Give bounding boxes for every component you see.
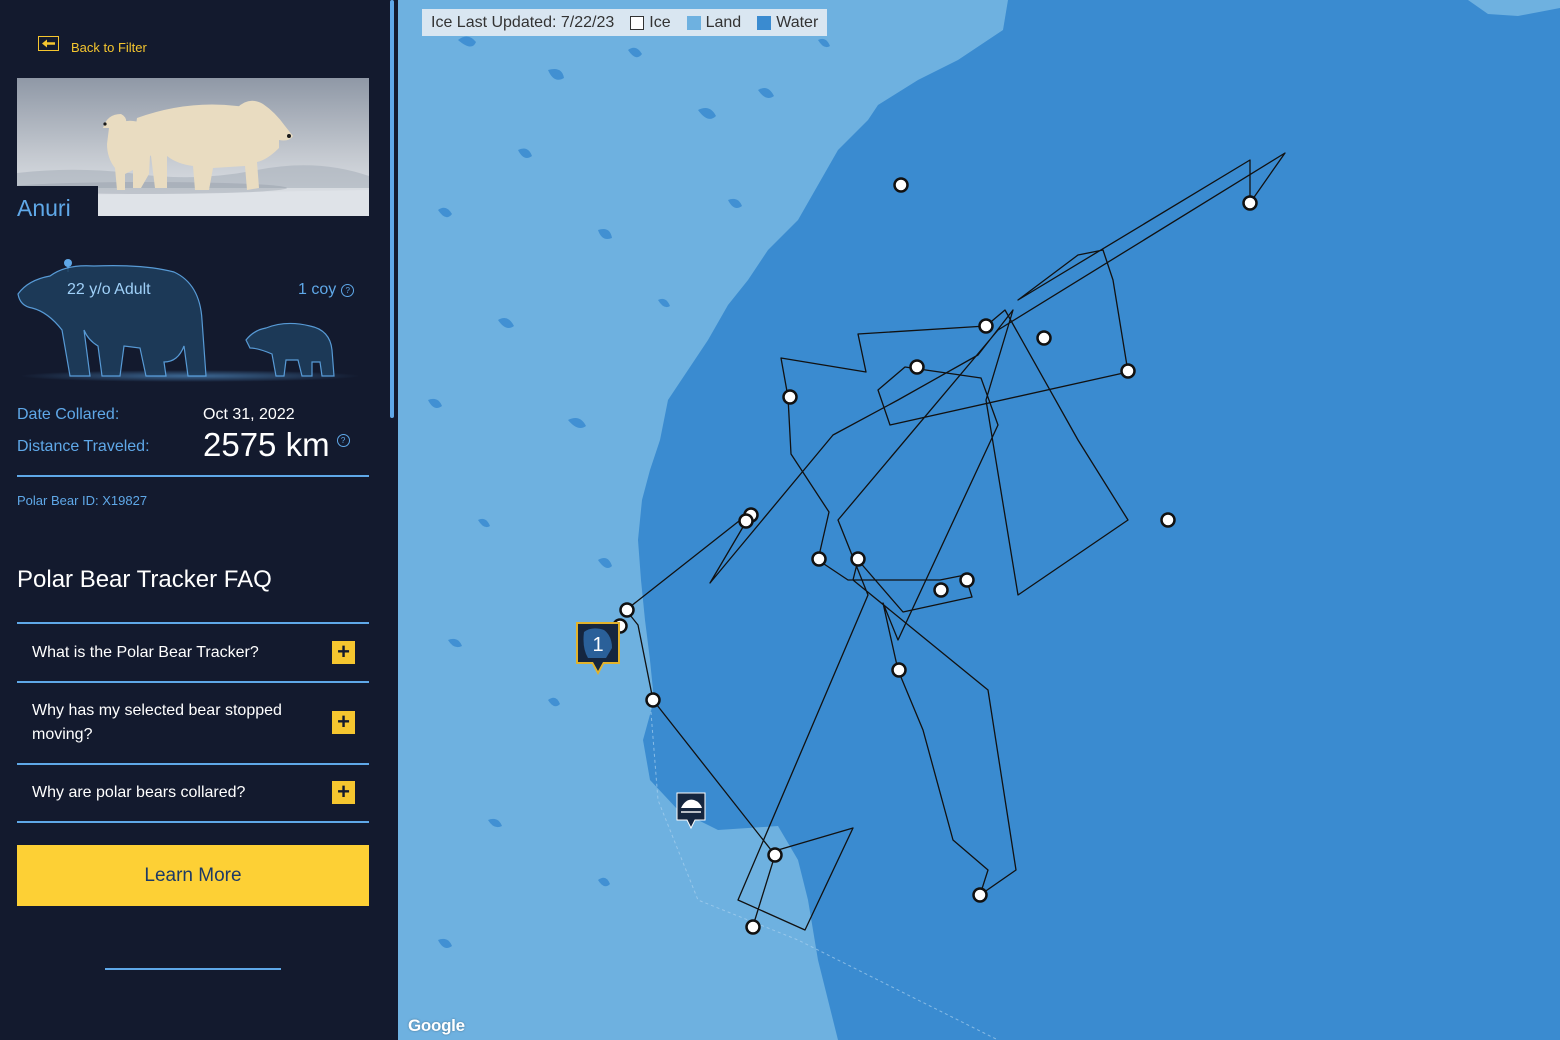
back-to-filter-label: Back to Filter (71, 40, 147, 55)
expand-plus-icon[interactable]: + (332, 641, 355, 664)
learn-more-button[interactable]: Learn More (17, 845, 369, 906)
divider (105, 968, 281, 970)
back-arrow-icon (38, 36, 59, 51)
bear-marker-label: 1 (592, 634, 603, 656)
ice-swatch-icon (630, 15, 645, 30)
faq-title: Polar Bear Tracker FAQ (17, 566, 272, 593)
bear-age: 22 y/o Adult (67, 281, 151, 298)
track-point-icon (893, 177, 909, 193)
cubs-count-label: 1 coy (298, 281, 337, 298)
bear-id: Polar Bear ID: X19827 (17, 493, 148, 508)
track-point-icon (811, 551, 827, 567)
ice-updated-label: Ice Last Updated: 7/22/23 (431, 13, 615, 31)
faq-item[interactable]: Why has my selected bear stopped moving?… (17, 683, 369, 765)
track-point-icon (909, 359, 925, 375)
help-icon[interactable]: ? (336, 434, 350, 447)
track-point-icon (978, 318, 994, 334)
map[interactable]: 1 Ice Last Updated: 7/22/23 Ice Land Wat… (398, 0, 1560, 1040)
track-point-icon (891, 662, 907, 678)
distance-value: 2575 km (203, 426, 330, 463)
legend-water-label: Water (776, 13, 819, 31)
map-canvas: 1 (398, 0, 1560, 1040)
bear-silhouette-illustration (17, 259, 360, 382)
track-point-icon (782, 389, 798, 405)
track-point-icon (1120, 363, 1136, 379)
expand-plus-icon[interactable]: + (332, 781, 355, 804)
divider (17, 475, 369, 477)
legend-land-label: Land (705, 13, 742, 31)
track-point-icon (745, 919, 761, 935)
faq-question: What is the Polar Bear Tracker? (32, 644, 259, 661)
track-point-icon (972, 887, 988, 903)
track-point-icon (619, 602, 635, 618)
date-collared-label: Date Collared: (17, 406, 120, 423)
track-point-icon (767, 847, 783, 863)
track-point-icon (959, 572, 975, 588)
track-point-icon (933, 582, 949, 598)
sidebar-scrollbar[interactable] (388, 0, 398, 1040)
date-collared-value: Oct 31, 2022 (203, 406, 295, 423)
google-logo[interactable]: Google (408, 1016, 465, 1036)
track-point-icon (645, 692, 661, 708)
distance-label: Distance Traveled: (17, 438, 150, 455)
track-point-icon (1036, 330, 1052, 346)
back-to-filter-link[interactable]: Back to Filter (38, 36, 147, 55)
expand-plus-icon[interactable]: + (332, 711, 355, 734)
cubs-count[interactable]: 1 coy ? (298, 281, 355, 299)
legend-ice: Ice (630, 13, 671, 32)
faq-question: Why are polar bears collared? (32, 784, 246, 801)
track-point-icon (1160, 512, 1176, 528)
legend-ice-label: Ice (649, 13, 671, 31)
sidebar: Back to Filter Anuri 22 y/o Adult 1 coy … (0, 0, 388, 1040)
track-point-icon (1242, 195, 1258, 211)
faq-item[interactable]: What is the Polar Bear Tracker? + (17, 624, 369, 683)
map-legend: Ice Last Updated: 7/22/23 Ice Land Water (422, 9, 828, 36)
track-point-icon (850, 551, 866, 567)
water-swatch-icon (757, 15, 772, 30)
distance-value-wrap: 2575 km ? (203, 426, 350, 464)
land-swatch-icon (686, 15, 701, 30)
legend-water: Water (757, 14, 818, 32)
help-icon[interactable]: ? (341, 283, 355, 297)
faq-item[interactable]: Why are polar bears collared? + (17, 765, 369, 823)
bear-name: Anuri (0, 186, 98, 221)
scrollbar-thumb[interactable] (390, 0, 394, 418)
track-point-icon (738, 513, 754, 529)
faq-question: Why has my selected bear stopped moving? (32, 702, 282, 743)
legend-land: Land (686, 13, 742, 32)
